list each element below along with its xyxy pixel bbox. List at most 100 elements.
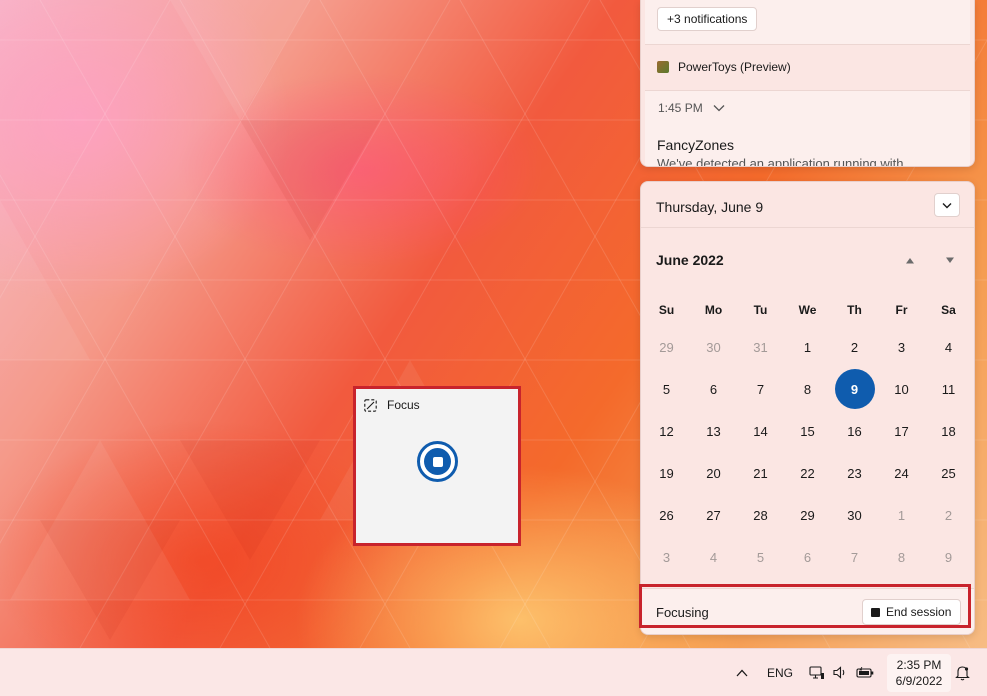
calendar-day[interactable]: 13 bbox=[690, 410, 737, 452]
focus-timer-icon bbox=[364, 398, 377, 412]
calendar-day-number: 3 bbox=[662, 549, 671, 565]
calendar-week-row: 26 27 28 29 30 1 2 bbox=[643, 494, 973, 536]
calendar-day[interactable]: 5 bbox=[737, 536, 784, 578]
calendar-day[interactable]: 30 bbox=[690, 326, 737, 368]
calendar-week-row: 29 30 31 1 2 3 4 bbox=[643, 326, 973, 368]
input-language-indicator[interactable]: ENG bbox=[764, 649, 796, 696]
calendar-day[interactable]: 4 bbox=[925, 326, 972, 368]
calendar-day[interactable]: 26 bbox=[643, 494, 690, 536]
calendar-day-number: 29 bbox=[659, 339, 674, 355]
calendar-day[interactable]: 31 bbox=[737, 326, 784, 368]
notification-bell-icon bbox=[954, 666, 970, 681]
battery-icon bbox=[855, 666, 873, 678]
calendar-day[interactable]: 6 bbox=[690, 368, 737, 410]
notification-group-header: +3 notifications bbox=[645, 0, 970, 45]
calendar-date-header: Thursday, June 9 bbox=[656, 199, 764, 215]
calendar-day[interactable]: 25 bbox=[925, 452, 972, 494]
calendar-day[interactable]: 9 bbox=[925, 536, 972, 578]
weekday-header-row: Su Mo Tu We Th Fr Sa bbox=[643, 294, 973, 326]
focus-widget-title: Focus bbox=[387, 398, 420, 412]
stop-focus-button[interactable] bbox=[417, 441, 458, 482]
calendar-day-number: 4 bbox=[944, 339, 953, 355]
calendar-day[interactable]: 15 bbox=[784, 410, 831, 452]
weekday-label: Sa bbox=[941, 303, 956, 317]
quick-settings-button[interactable] bbox=[806, 649, 876, 696]
calendar-day[interactable]: 10 bbox=[878, 368, 925, 410]
calendar-day-number: 10 bbox=[894, 381, 909, 397]
calendar-day[interactable]: 1 bbox=[878, 494, 925, 536]
calendar-day-number: 21 bbox=[753, 465, 768, 481]
calendar-day-today[interactable]: 9 bbox=[831, 368, 878, 410]
calendar-day[interactable]: 6 bbox=[784, 536, 831, 578]
calendar-day[interactable]: 29 bbox=[643, 326, 690, 368]
calendar-day[interactable]: 4 bbox=[690, 536, 737, 578]
calendar-week-row: 19 20 21 22 23 24 25 bbox=[643, 452, 973, 494]
clock-button[interactable]: 2:35 PM 6/9/2022 bbox=[887, 654, 951, 692]
calendar-day[interactable]: 22 bbox=[784, 452, 831, 494]
calendar-day-number: 1 bbox=[803, 339, 812, 355]
calendar-day[interactable]: 1 bbox=[784, 326, 831, 368]
show-hidden-icons-button[interactable] bbox=[730, 649, 754, 696]
calendar-day[interactable]: 2 bbox=[925, 494, 972, 536]
calendar-day[interactable]: 23 bbox=[831, 452, 878, 494]
calendar-day[interactable]: 5 bbox=[643, 368, 690, 410]
calendar-day-number: 7 bbox=[850, 549, 859, 565]
calendar-day-number: 24 bbox=[894, 465, 909, 481]
notification-title: FancyZones bbox=[657, 137, 735, 153]
calendar-day[interactable]: 30 bbox=[831, 494, 878, 536]
calendar-day-number: 12 bbox=[659, 423, 674, 439]
calendar-day-number: 9 bbox=[834, 369, 875, 409]
calendar-day[interactable]: 11 bbox=[925, 368, 972, 410]
calendar-day[interactable]: 12 bbox=[643, 410, 690, 452]
calendar-day[interactable]: 29 bbox=[784, 494, 831, 536]
calendar-day[interactable]: 16 bbox=[831, 410, 878, 452]
calendar-day[interactable]: 8 bbox=[878, 536, 925, 578]
calendar-day-number: 2 bbox=[850, 339, 859, 355]
calendar-day[interactable]: 14 bbox=[737, 410, 784, 452]
calendar-day[interactable]: 27 bbox=[690, 494, 737, 536]
next-month-button[interactable] bbox=[943, 254, 957, 266]
calendar-day-number: 4 bbox=[709, 549, 718, 565]
weekday-label: We bbox=[798, 303, 817, 317]
calendar-day-number: 30 bbox=[847, 507, 862, 523]
calendar-day[interactable]: 18 bbox=[925, 410, 972, 452]
calendar-collapse-button[interactable] bbox=[934, 193, 960, 217]
calendar-day[interactable]: 20 bbox=[690, 452, 737, 494]
calendar-month-title[interactable]: June 2022 bbox=[656, 252, 724, 268]
chevron-down-icon[interactable] bbox=[713, 104, 725, 112]
previous-month-button[interactable] bbox=[903, 254, 917, 266]
calendar-day[interactable]: 17 bbox=[878, 410, 925, 452]
calendar-day-number: 15 bbox=[800, 423, 815, 439]
calendar-day[interactable]: 7 bbox=[737, 368, 784, 410]
calendar-day[interactable]: 28 bbox=[737, 494, 784, 536]
calendar-day-number: 7 bbox=[756, 381, 765, 397]
calendar-grid: Su Mo Tu We Th Fr Sa 29 30 31 1 2 3 4 5 6 7 8 9 10 11 12 13 14… bbox=[643, 294, 973, 578]
calendar-day-number: 30 bbox=[706, 339, 721, 355]
calendar-day[interactable]: 7 bbox=[831, 536, 878, 578]
calendar-day-number: 16 bbox=[847, 423, 862, 439]
calendar-day[interactable]: 3 bbox=[643, 536, 690, 578]
notification-center-button[interactable] bbox=[951, 654, 973, 692]
calendar-day-number: 29 bbox=[800, 507, 815, 523]
focus-widget-header: Focus bbox=[364, 398, 420, 412]
calendar-day[interactable]: 8 bbox=[784, 368, 831, 410]
calendar-day[interactable]: 24 bbox=[878, 452, 925, 494]
chevron-down-icon bbox=[942, 202, 952, 208]
calendar-day[interactable]: 2 bbox=[831, 326, 878, 368]
calendar-day-number: 5 bbox=[756, 549, 765, 565]
calendar-day-number: 9 bbox=[944, 549, 953, 565]
notification-panel: +3 notifications PowerToys (Preview) 1:4… bbox=[640, 0, 975, 167]
notification-app-header: PowerToys (Preview) bbox=[657, 58, 791, 76]
calendar-day-number: 17 bbox=[894, 423, 909, 439]
notification-card[interactable]: 1:45 PM FancyZones We've detected an app… bbox=[645, 90, 970, 166]
triangle-up-icon bbox=[906, 257, 914, 263]
weekday-label: Su bbox=[658, 303, 675, 317]
calendar-day[interactable]: 3 bbox=[878, 326, 925, 368]
notification-app-name: PowerToys (Preview) bbox=[678, 60, 791, 74]
calendar-day-number: 13 bbox=[706, 423, 721, 439]
calendar-day[interactable]: 21 bbox=[737, 452, 784, 494]
weekday-label: Tu bbox=[753, 303, 768, 317]
calendar-day[interactable]: 19 bbox=[643, 452, 690, 494]
more-notifications-button[interactable]: +3 notifications bbox=[657, 7, 758, 31]
calendar-day-number: 23 bbox=[847, 465, 862, 481]
